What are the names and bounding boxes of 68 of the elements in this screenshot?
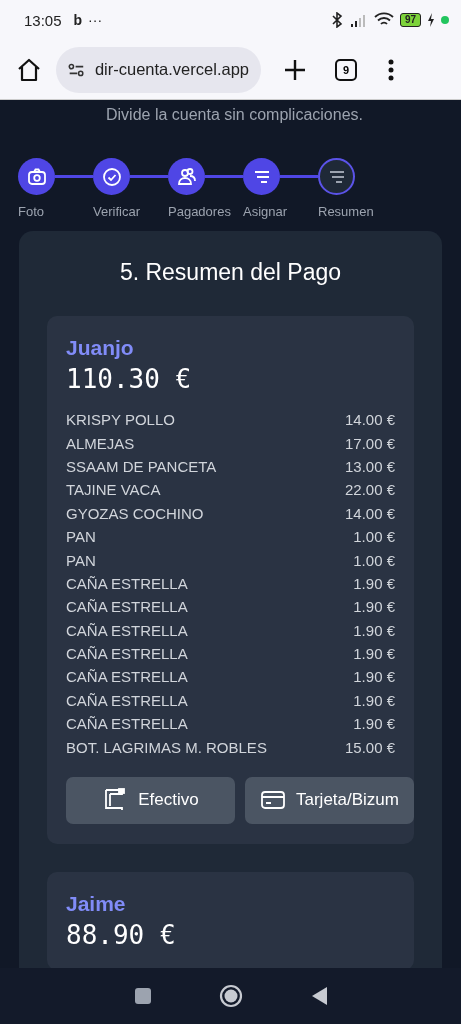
step-label: Resumen	[318, 204, 374, 219]
item-price: 14.00 €	[344, 411, 395, 429]
item-price: 1.90 €	[353, 574, 395, 592]
credit-card-icon	[260, 789, 286, 812]
bluetooth-icon	[329, 12, 344, 28]
step-label: Asignar	[243, 204, 288, 219]
step-indicator[interactable]	[168, 158, 205, 195]
item-price: 1.90 €	[353, 598, 395, 616]
item-name: GYOZAS COCHINO	[66, 504, 204, 522]
item-name: CAÑA ESTRELLA	[66, 715, 188, 733]
item-name: BOT. LAGRIMAS M. ROBLES	[66, 738, 267, 756]
item-name: CAÑA ESTRELLA	[66, 645, 188, 663]
step-indicator[interactable]	[243, 158, 280, 195]
payer-total: 110.30 €	[66, 364, 193, 394]
step-indicator[interactable]	[18, 158, 55, 195]
new-tab-icon[interactable]	[283, 57, 307, 82]
item-price: 17.00 €	[344, 434, 395, 452]
item-price: 13.00 €	[344, 457, 395, 475]
item-name: PAN	[66, 528, 96, 546]
item-price: 1.00 €	[353, 551, 395, 569]
status-dot-icon	[441, 16, 449, 24]
payer-name: Juanjo	[66, 336, 135, 360]
item-name: CAÑA ESTRELLA	[66, 574, 188, 592]
step-label: Foto	[18, 204, 44, 219]
item-price: 1.90 €	[353, 668, 395, 686]
subtitle: Divide la cuenta sin complicaciones.	[105, 106, 364, 124]
more-notifications: ···	[88, 12, 103, 28]
item-name: CAÑA ESTRELLA	[66, 691, 188, 709]
payer-total: 88.90 €	[66, 919, 177, 950]
item-price: 1.90 €	[353, 645, 395, 663]
site-settings-icon[interactable]	[68, 61, 85, 78]
camera-icon	[26, 166, 47, 187]
item-name: PAN	[66, 551, 96, 569]
item-name: CAÑA ESTRELLA	[66, 621, 188, 639]
recents-icon[interactable]	[133, 987, 152, 1005]
signal-icon	[349, 13, 368, 27]
item-price: 22.00 €	[344, 481, 395, 499]
users-icon	[176, 166, 197, 187]
panel-title: 5. Resumen del Pago	[118, 259, 343, 286]
item-name: CAÑA ESTRELLA	[66, 598, 188, 616]
notification-glyph: b	[73, 12, 83, 28]
step-label: Pagadores	[168, 204, 231, 219]
item-price: 1.90 €	[353, 715, 395, 733]
card-button[interactable]: Tarjeta/Bizum	[245, 776, 414, 824]
item-price: 1.90 €	[353, 621, 395, 639]
step-indicator[interactable]	[93, 158, 130, 195]
menu-icon[interactable]	[387, 57, 395, 82]
step-indicator[interactable]	[318, 158, 355, 195]
item-price: 1.00 €	[353, 528, 395, 546]
check-circle-icon	[101, 166, 122, 187]
item-name: KRISPY POLLO	[66, 411, 175, 429]
item-price: 14.00 €	[344, 504, 395, 522]
step-label: Verificar	[93, 204, 140, 219]
address-bar[interactable]: dir-cuenta.vercel.app	[56, 46, 261, 93]
status-time: 13:05	[24, 11, 62, 29]
item-name: SSAAM DE PANCETA	[66, 457, 217, 475]
item-name: CAÑA ESTRELLA	[66, 668, 188, 686]
item-price: 15.00 €	[344, 738, 395, 756]
item-price: 1.90 €	[353, 691, 395, 709]
cash-button[interactable]: Efectivo	[66, 776, 235, 824]
payer-name: Jaime	[66, 891, 127, 916]
charging-icon	[427, 13, 435, 27]
item-name: TAJINE VACA	[66, 481, 161, 499]
tab-count-button[interactable]: 9	[335, 58, 357, 81]
home-icon[interactable]	[16, 56, 42, 83]
battery-indicator: 97	[399, 13, 421, 27]
home-button-icon[interactable]	[218, 984, 243, 1008]
item-name: ALMEJAS	[66, 434, 135, 452]
